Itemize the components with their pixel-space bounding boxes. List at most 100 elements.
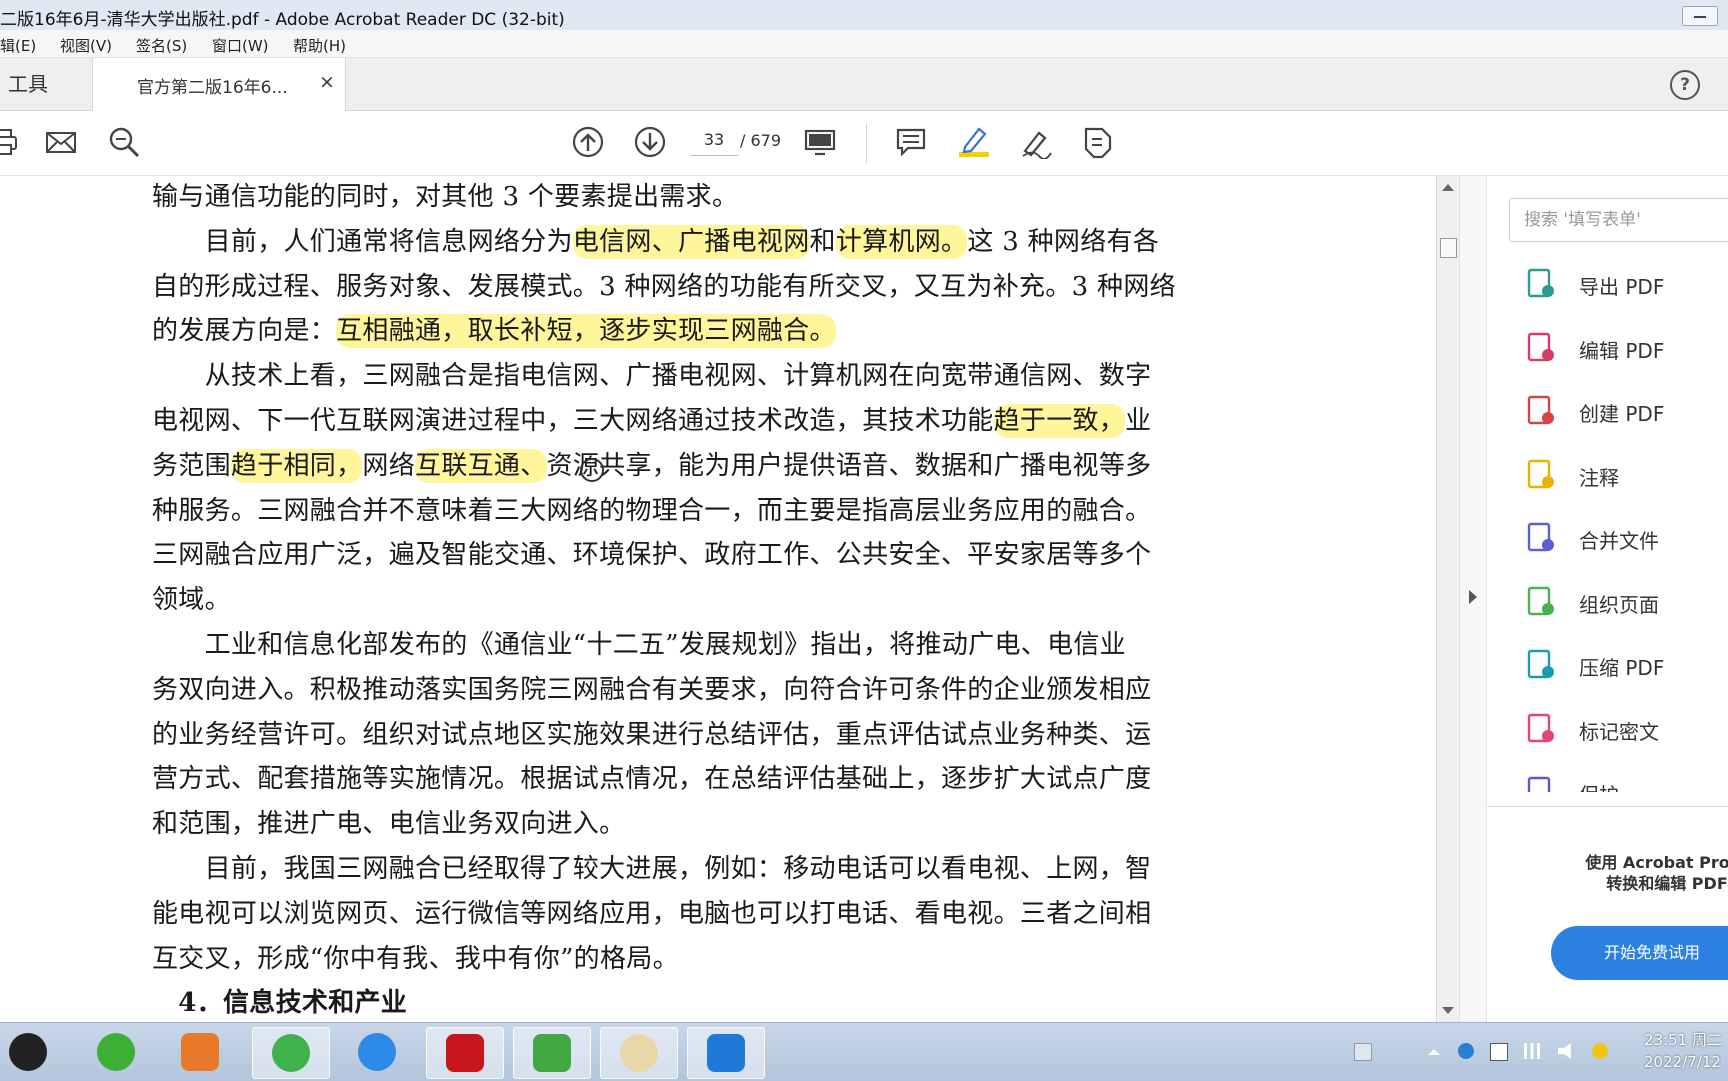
document-line: 营方式、配套措施等实施情况。根据试点情况，在总结评估基础上，逐步扩大试点广度	[152, 758, 1151, 795]
text-run: 领域。	[152, 585, 231, 616]
document-page[interactable]: 输与通信功能的同时，对其他 3 个要素提出需求。 目前，人们通常将信息网络分为电…	[0, 176, 1436, 1022]
tool-item[interactable]: 标记密文	[1523, 709, 1728, 749]
start-free-trial-button[interactable]: 开始免费试用	[1551, 926, 1728, 980]
promo-divider	[1487, 806, 1728, 807]
highlighted-text: 互联互通、	[415, 448, 547, 483]
page-total: / 679	[740, 131, 782, 150]
highlighted-text: 计算机网。	[835, 224, 968, 259]
document-line: 的业务经营许可。组织对试点地区实施效果进行总结评估，重点评估试点业务种类、运	[152, 714, 1151, 751]
email-icon[interactable]	[44, 125, 78, 159]
scrollbar-thumb[interactable]	[1440, 238, 1457, 258]
text-run: 和	[809, 226, 836, 257]
document-scrollbar[interactable]	[1436, 176, 1459, 1022]
tool-item[interactable]: 压缩 PDF	[1523, 645, 1728, 685]
document-line: 的发展方向是：互相融通，取长补短，逐步实现三网融合。	[152, 310, 836, 349]
tool-item[interactable]: 导出 PDF	[1523, 264, 1728, 304]
paint-taskbar-icon[interactable]	[600, 1027, 678, 1079]
tools-search-input[interactable]: 搜索 '填写表单'	[1509, 198, 1728, 242]
menu-help[interactable]: 帮助(H)	[293, 35, 346, 56]
sign-icon[interactable]	[1019, 125, 1053, 159]
text-run: 自的形成过程、服务对象、发展模式。3 种网络的功能有所交叉，又互为补充。3 种网…	[152, 271, 1176, 302]
next-page-icon[interactable]	[633, 125, 667, 159]
tool-label: 导出 PDF	[1579, 275, 1665, 299]
sogou-taskbar-icon[interactable]	[339, 1027, 415, 1077]
help-icon[interactable]: ?	[1670, 70, 1700, 100]
document-line: 目前，人们通常将信息网络分为电信网、广播电视网和计算机网。这 3 种网络有各	[152, 221, 1159, 259]
document-line: 种服务。三网融合并不意味着三大网络的物理合一，而主要是指高层业务应用的融合。	[152, 490, 1151, 527]
page-number-input[interactable]: 33	[690, 125, 738, 156]
tool-item[interactable]: 编辑 PDF	[1523, 328, 1728, 368]
document-line: 4．信息技术和产业	[152, 982, 407, 1019]
wechat-taskbar-icon[interactable]	[78, 1027, 154, 1077]
text-run: 的业务经营许可。组织对试点地区实施效果进行总结评估，重点评估试点业务种类、运	[152, 719, 1152, 750]
tool-item[interactable]: 创建 PDF	[1523, 391, 1728, 431]
security-icon[interactable]	[1592, 1043, 1608, 1059]
toolbar: 33 / 679	[0, 111, 1728, 176]
clock[interactable]: 23:51 周二 2022/7/12	[1644, 1029, 1722, 1073]
qt-taskbar-icon[interactable]	[513, 1027, 591, 1079]
mouse-cursor	[580, 458, 604, 482]
taskbar: 23:51 周二 2022/7/12	[0, 1022, 1728, 1081]
menu-view[interactable]: 视图(V)	[60, 35, 112, 56]
tool-label: 保护	[1579, 779, 1619, 792]
text-run: 网络	[362, 450, 416, 481]
document-line: 三网融合应用广泛，遍及智能交通、环境保护、政府工作、公共安全、平安家居等多个	[152, 534, 1151, 571]
text-run: 三网融合应用广泛，遍及智能交通、环境保护、政府工作、公共安全、平安家居等多个	[152, 540, 1152, 571]
tab-tools[interactable]: 工具	[0, 58, 92, 110]
text-run: 务双向进入。积极推动落实国务院三网融合有关要求，向符合许可条件的企业颁发相应	[152, 674, 1152, 705]
tool-item[interactable]: 注释	[1523, 455, 1728, 495]
text-run: 的发展方向是：	[152, 316, 337, 347]
scroll-down-icon[interactable]	[1442, 1007, 1454, 1014]
tool-label: 创建 PDF	[1579, 402, 1665, 426]
redact-icon	[1523, 711, 1557, 745]
menu-edit[interactable]: 辑(E)	[0, 35, 36, 56]
highlight-icon[interactable]	[957, 125, 991, 159]
collapse-pane-icon[interactable]	[1469, 590, 1477, 604]
qq-taskbar-icon[interactable]	[0, 1027, 66, 1077]
device-icon[interactable]	[1490, 1043, 1508, 1061]
text-run: 务范围	[152, 450, 231, 481]
tool-item[interactable]: 组织页面	[1523, 582, 1728, 622]
stamp-tool-icon[interactable]	[1080, 125, 1114, 159]
highlighted-text: 趋于一致，	[993, 404, 1126, 438]
document-line: 务范围趋于相同，网络互联互通、资源共享，能为用户提供语音、数据和广播电视等多	[152, 445, 1151, 483]
pane-divider[interactable]	[1459, 176, 1486, 1022]
tab-document[interactable]: 官方第二版16年6... ×	[92, 58, 346, 111]
read-mode-icon[interactable]	[803, 125, 837, 159]
media-player-taskbar-icon[interactable]	[162, 1027, 238, 1077]
toolbar-separator	[866, 123, 867, 163]
promo-text: 使用 Acrobat Pro D 转换和编辑 PDF	[1567, 852, 1728, 894]
browser-taskbar-icon[interactable]	[252, 1027, 330, 1079]
text-run: 和范围，推进广电、电信业务双向进入。	[152, 809, 626, 840]
tray-expand-icon[interactable]	[1428, 1049, 1440, 1055]
volume-icon[interactable]	[1558, 1043, 1571, 1059]
signal-icon[interactable]	[1524, 1043, 1540, 1059]
text-run: 互交叉，形成“你中有我、我中有你”的格局。	[152, 943, 679, 974]
tool-label: 编辑 PDF	[1579, 338, 1665, 363]
tool-item[interactable]: 保护	[1523, 772, 1728, 792]
close-tab-icon[interactable]: ×	[319, 71, 335, 93]
tool-label: 注释	[1579, 465, 1619, 490]
combine-files-icon	[1523, 520, 1557, 554]
promo-line-2: 转换和编辑 PDF	[1606, 874, 1728, 893]
menu-sign[interactable]: 签名(S)	[136, 35, 187, 56]
search-icon[interactable]	[107, 125, 141, 159]
tool-item[interactable]: 合并文件	[1523, 518, 1728, 558]
minimize-button[interactable]	[1682, 6, 1718, 26]
menu-window[interactable]: 窗口(W)	[212, 35, 269, 56]
previous-page-icon[interactable]	[571, 125, 605, 159]
clock-date: 2022/7/12	[1644, 1053, 1721, 1071]
network-globe-icon[interactable]	[1458, 1043, 1474, 1059]
print-icon[interactable]	[0, 125, 20, 159]
photos-taskbar-icon[interactable]	[687, 1027, 765, 1079]
comment-icon[interactable]	[894, 125, 928, 159]
highlighted-text: 电信网、广播电视网	[572, 224, 810, 259]
scroll-up-icon[interactable]	[1442, 184, 1454, 191]
tool-label: 标记密文	[1579, 719, 1659, 744]
text-run: 营方式、配套措施等实施情况。根据试点情况，在总结评估基础上，逐步扩大试点广度	[152, 764, 1152, 795]
keyboard-icon[interactable]	[1354, 1043, 1372, 1061]
title-bar: 二版16年6月-清华大学出版社.pdf - Adobe Acrobat Read…	[0, 0, 1728, 31]
acrobat-taskbar-icon[interactable]	[426, 1027, 504, 1079]
tool-label: 组织页面	[1579, 592, 1659, 617]
document-line: 输与通信功能的同时，对其他 3 个要素提出需求。	[152, 176, 738, 213]
